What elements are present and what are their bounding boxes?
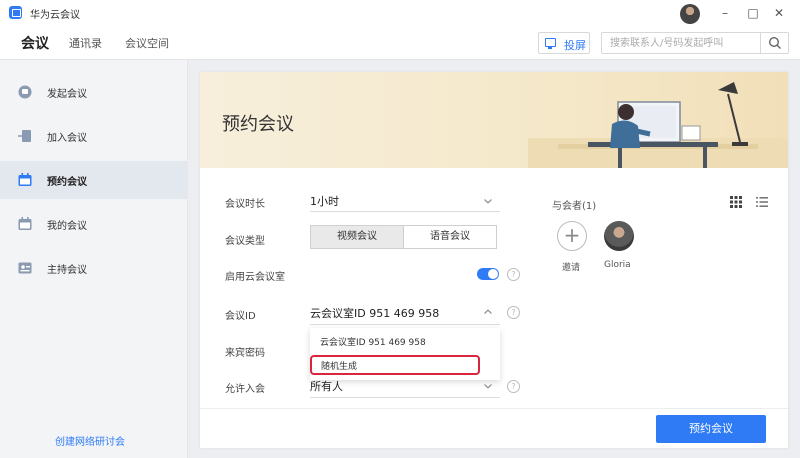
title-bar: 华为云会议 – □ ✕ [0,0,800,26]
main-content: 预约会议 会议时长 1小时 会议类型 视频会议 语音会议 启用云会议室 ? 会议… [188,60,800,458]
meeting-id-dropdown: 云会议室ID 951 469 958 随机生成 [310,328,500,380]
duration-select[interactable]: 1小时 [310,193,339,209]
join-meeting-icon [18,130,31,142]
banner: 预约会议 [200,72,788,168]
sidebar-item-label: 发起会议 [47,89,87,100]
tab-meeting-space[interactable]: 会议空间 [125,35,169,51]
search-button[interactable] [760,33,788,53]
project-button[interactable]: 投屏 [538,32,590,54]
sidebar-item-host-meeting[interactable]: 主持会议 [0,249,188,287]
maximize-icon[interactable]: □ [744,4,762,22]
audio-meeting-option[interactable]: 语音会议 [403,225,497,249]
tab-meeting[interactable]: 会议 [21,33,49,53]
start-meeting-icon [18,85,32,99]
calendar-icon [18,173,32,186]
sidebar-item-start-meeting[interactable]: 发起会议 [0,73,188,111]
office-illustration [528,82,788,168]
screen-cast-icon [545,38,556,49]
duration-label: 会议时长 [225,199,265,210]
schedule-meeting-button[interactable]: 预约会议 [656,415,766,443]
sidebar-item-label: 预约会议 [47,177,87,188]
create-webinar-link[interactable]: 创建网络研讨会 [55,433,125,448]
page-title: 预约会议 [222,114,294,135]
sidebar-item-label: 加入会议 [47,133,87,144]
footer-bar: 预约会议 [200,408,788,448]
meeting-id-underline [310,324,500,325]
dropdown-option-cloud-room-id[interactable]: 云会议室ID 951 469 958 [320,335,426,348]
app-logo-icon [9,6,22,19]
list-view-icon[interactable] [756,196,768,208]
invite-button[interactable]: + [557,221,587,251]
schedule-card: 预约会议 会议时长 1小时 会议类型 视频会议 语音会议 启用云会议室 ? 会议… [200,72,788,448]
user-avatar[interactable] [680,4,700,24]
top-nav: 会议 通讯录 会议空间 投屏 [0,26,800,60]
avatar [604,221,634,251]
close-icon[interactable]: ✕ [770,4,788,22]
my-meetings-icon [18,217,32,230]
sidebar-item-label: 我的会议 [47,221,87,232]
cloud-room-label: 启用云会议室 [225,272,285,283]
chevron-down-icon[interactable] [483,196,493,206]
help-icon[interactable]: ? [507,268,520,281]
sidebar-item-label: 主持会议 [47,265,87,276]
help-icon[interactable]: ? [507,380,520,393]
duration-underline [310,211,500,212]
minimize-icon[interactable]: – [716,4,734,22]
help-icon[interactable]: ? [507,306,520,319]
sidebar-item-schedule-meeting[interactable]: 预约会议 [0,161,188,199]
search-icon [768,36,781,49]
host-meeting-icon [18,262,32,274]
app-title: 华为云会议 [30,10,80,21]
meeting-id-label: 会议ID [225,311,256,322]
video-meeting-option[interactable]: 视频会议 [310,225,404,249]
sidebar: 发起会议 加入会议 预约会议 我的会议 主持会议 创建网络研讨会 [0,60,188,458]
guest-password-label: 来宾密码 [225,348,265,359]
sidebar-item-join-meeting[interactable]: 加入会议 [0,117,188,155]
tab-contacts[interactable]: 通讯录 [69,35,102,51]
chevron-down-icon[interactable] [483,381,493,391]
project-label: 投屏 [564,39,586,52]
allow-join-underline [310,397,500,398]
allow-join-select[interactable]: 所有人 [310,378,343,394]
dropdown-option-random[interactable]: 随机生成 [310,355,480,375]
type-label: 会议类型 [225,236,265,247]
attendee-name: Gloria [604,260,631,270]
grid-view-icon[interactable] [730,196,742,208]
chevron-up-icon[interactable] [483,307,493,317]
cloud-room-toggle[interactable] [477,268,499,280]
invite-label: 邀请 [562,263,581,273]
meeting-id-select[interactable]: 云会议室ID 951 469 958 [310,305,439,321]
sidebar-item-my-meetings[interactable]: 我的会议 [0,205,188,243]
search-input[interactable] [602,33,760,53]
allow-join-label: 允许入会 [225,384,265,395]
attendees-label: 与会者(1) [552,201,597,212]
search-box [601,32,789,54]
dropdown-option-label: 随机生成 [321,362,358,372]
